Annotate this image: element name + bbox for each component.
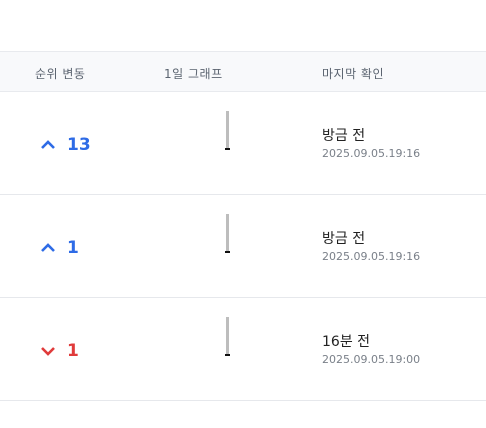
day-graph bbox=[225, 317, 231, 357]
graph-bar bbox=[226, 317, 229, 354]
last-check: 방금 전 2025.09.05.19:16 bbox=[322, 230, 420, 263]
rank-change: 13 bbox=[40, 135, 91, 155]
rank-change: 1 bbox=[40, 341, 79, 361]
last-check: 16분 전 2025.09.05.19:00 bbox=[322, 333, 420, 366]
chevron-up-icon bbox=[41, 140, 55, 149]
graph-baseline bbox=[225, 148, 230, 150]
day-graph bbox=[225, 111, 231, 151]
relative-time: 방금 전 bbox=[322, 231, 366, 247]
rank-change-value: 1 bbox=[67, 341, 79, 361]
rank-table: 순위 변동 1일 그래프 마지막 확인 13 방금 전 2025.09.05.1… bbox=[0, 0, 486, 428]
timestamp: 2025.09.05.19:16 bbox=[322, 147, 421, 160]
table-row: 1 16분 전 2025.09.05.19:00 bbox=[0, 298, 486, 401]
table-row: 13 방금 전 2025.09.05.19:16 bbox=[0, 92, 486, 195]
header-graph: 1일 그래프 bbox=[164, 67, 223, 81]
timestamp: 2025.09.05.19:16 bbox=[322, 250, 421, 263]
header-rank-change: 순위 변동 bbox=[35, 67, 86, 81]
relative-time: 16분 전 bbox=[322, 334, 371, 350]
last-check: 방금 전 2025.09.05.19:16 bbox=[322, 127, 420, 160]
graph-baseline bbox=[225, 251, 230, 253]
rank-change-value: 1 bbox=[67, 238, 79, 258]
relative-time: 방금 전 bbox=[322, 128, 366, 144]
header-last-check: 마지막 확인 bbox=[322, 67, 385, 81]
chevron-up-icon bbox=[41, 243, 55, 252]
timestamp: 2025.09.05.19:00 bbox=[322, 353, 421, 366]
rank-change: 1 bbox=[40, 238, 79, 258]
graph-bar bbox=[226, 111, 229, 148]
chevron-down-icon bbox=[41, 347, 55, 356]
table-row: 1 방금 전 2025.09.05.19:16 bbox=[0, 195, 486, 298]
rank-change-value: 13 bbox=[67, 135, 91, 155]
graph-bar bbox=[226, 214, 229, 251]
graph-baseline bbox=[225, 354, 230, 356]
table-header: 순위 변동 1일 그래프 마지막 확인 bbox=[0, 51, 486, 92]
day-graph bbox=[225, 214, 231, 254]
